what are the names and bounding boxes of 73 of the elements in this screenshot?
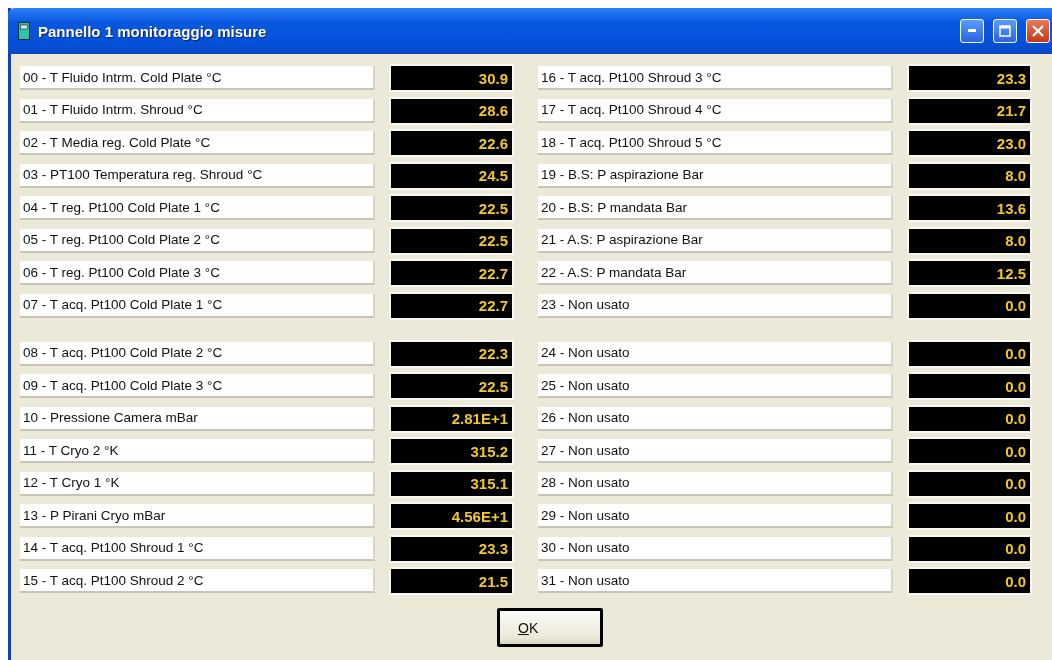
measure-label: 18 - T acq. Pt100 Shroud 5 °C	[538, 131, 893, 155]
measure-value: 315.2	[391, 439, 512, 463]
maximize-icon	[999, 25, 1011, 37]
measure-label: 07 - T acq. Pt100 Cold Plate 1 °C	[20, 293, 375, 318]
measure-value: 22.5	[391, 374, 512, 398]
measure-value: 21.7	[909, 98, 1030, 123]
window-title: Pannello 1 monitoraggio misure	[38, 22, 268, 40]
measure-label: 09 - T acq. Pt100 Cold Plate 3 °C	[20, 374, 375, 398]
measure-value: 8.0	[909, 163, 1030, 188]
measure-value: 0.0	[909, 406, 1030, 431]
measure-label: 29 - Non usato	[538, 504, 893, 528]
measure-label: 23 - Non usato	[538, 293, 893, 318]
measure-label: 27 - Non usato	[538, 439, 893, 463]
measure-label: 21 - A.S: P aspirazione Bar	[538, 228, 893, 253]
measure-label: 26 - Non usato	[538, 406, 893, 431]
measure-value: 0.0	[909, 439, 1030, 463]
measure-label: 31 - Non usato	[538, 569, 893, 593]
measure-value: 22.5	[391, 196, 512, 220]
measure-value: 0.0	[909, 341, 1030, 366]
measure-label: 11 - T Cryo 2 °K	[20, 439, 375, 463]
measure-value: 22.3	[391, 341, 512, 366]
maximize-button[interactable]	[993, 19, 1017, 43]
measure-label: 13 - P Pirani Cryo mBar	[20, 504, 375, 528]
measure-label: 30 - Non usato	[538, 536, 893, 561]
measure-value: 2.81E+1	[391, 406, 512, 431]
measure-label: 02 - T Media reg. Cold Plate °C	[20, 131, 375, 155]
measure-value: 28.6	[391, 98, 512, 123]
measure-value: 0.0	[909, 504, 1030, 528]
measure-label: 25 - Non usato	[538, 374, 893, 398]
measure-label: 22 - A.S: P mandata Bar	[538, 261, 893, 285]
measure-label: 06 - T reg. Pt100 Cold Plate 3 °C	[20, 261, 375, 285]
measure-label: 28 - Non usato	[538, 471, 893, 496]
measure-value: 22.6	[391, 131, 512, 155]
measure-label: 01 - T Fluido Intrm. Shroud °C	[20, 98, 375, 123]
measure-value: 23.0	[909, 131, 1030, 155]
measure-value: 315.1	[391, 471, 512, 496]
measure-value: 30.9	[391, 66, 512, 90]
measure-label: 08 - T acq. Pt100 Cold Plate 2 °C	[20, 341, 375, 366]
measure-label: 24 - Non usato	[538, 341, 893, 366]
measure-value: 8.0	[909, 228, 1030, 253]
measure-value: 0.0	[909, 536, 1030, 561]
measure-label: 12 - T Cryo 1 °K	[20, 471, 375, 496]
measure-value: 23.3	[909, 66, 1030, 90]
measure-label: 10 - Pressione Camera mBar	[20, 406, 375, 431]
measure-value: 0.0	[909, 569, 1030, 593]
measure-value: 22.5	[391, 228, 512, 253]
measure-label: 15 - T acq. Pt100 Shroud 2 °C	[20, 569, 375, 593]
measure-label: 14 - T acq. Pt100 Shroud 1 °C	[20, 536, 375, 561]
measure-label: 05 - T reg. Pt100 Cold Plate 2 °C	[20, 228, 375, 253]
measure-value: 0.0	[909, 293, 1030, 318]
measure-label: 20 - B.S: P mandata Bar	[538, 196, 893, 220]
measure-label: 03 - PT100 Temperatura reg. Shroud °C	[20, 163, 375, 188]
measure-value: 23.3	[391, 536, 512, 561]
measure-value: 21.5	[391, 569, 512, 593]
measure-label: 19 - B.S: P aspirazione Bar	[538, 163, 893, 188]
measure-label: 00 - T Fluido Intrm. Cold Plate °C	[20, 66, 375, 90]
close-icon	[1032, 25, 1044, 37]
measure-value: 22.7	[391, 261, 512, 285]
ok-button[interactable]: OK	[497, 608, 603, 647]
measure-label: 16 - T acq. Pt100 Shroud 3 °C	[538, 66, 893, 90]
measure-value: 0.0	[909, 471, 1030, 496]
measure-value: 4.56E+1	[391, 504, 512, 528]
measure-value: 0.0	[909, 374, 1030, 398]
panel-icon	[18, 22, 30, 40]
minimize-icon	[968, 29, 976, 33]
measure-value: 13.6	[909, 196, 1030, 220]
measure-value: 12.5	[909, 261, 1030, 285]
measure-label: 04 - T reg. Pt100 Cold Plate 1 °C	[20, 196, 375, 220]
close-button[interactable]	[1026, 19, 1050, 43]
measure-value: 22.7	[391, 293, 512, 318]
minimize-button[interactable]	[960, 19, 984, 43]
measure-value: 24.5	[391, 163, 512, 188]
measure-label: 17 - T acq. Pt100 Shroud 4 °C	[538, 98, 893, 123]
